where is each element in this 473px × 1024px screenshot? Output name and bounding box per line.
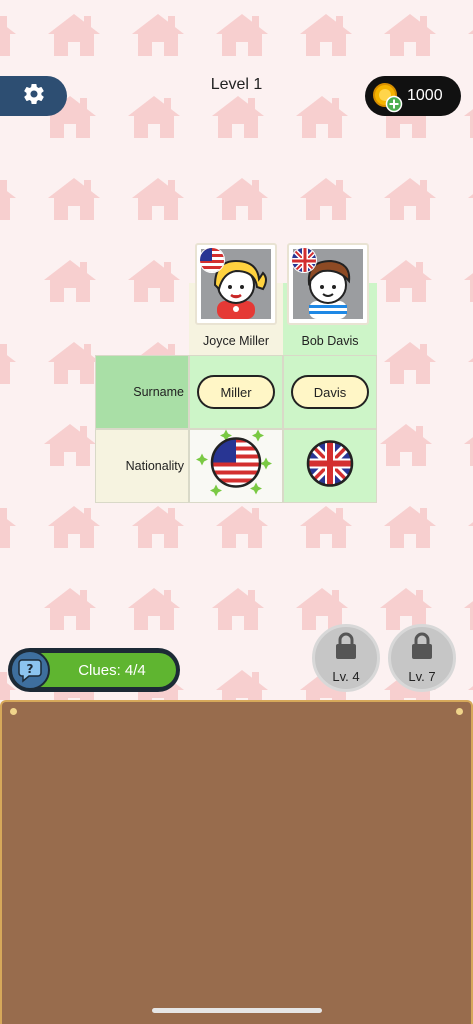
house-pattern-icon (208, 92, 268, 142)
grid-cell[interactable] (189, 429, 283, 503)
clues-label: Clues: 4/4 (38, 653, 176, 687)
house-pattern-icon (0, 10, 20, 60)
house-pattern-icon (212, 502, 272, 552)
logic-grid: Joyce Miller Bob Davis Surname Miller Da… (95, 243, 378, 503)
house-pattern-icon (0, 174, 20, 224)
house-pattern-icon (464, 338, 473, 388)
house-pattern-icon (40, 584, 100, 634)
coin-plus-icon (373, 83, 403, 113)
house-pattern-icon (464, 10, 473, 60)
column-name-joyce-miller: Joyce Miller (203, 334, 269, 348)
row-label-nationality: Nationality (95, 429, 189, 503)
house-pattern-icon (460, 584, 473, 634)
house-pattern-icon (380, 174, 440, 224)
house-pattern-icon (212, 10, 272, 60)
portrait-joyce-miller[interactable] (195, 243, 277, 325)
house-pattern-icon (460, 92, 473, 142)
clue-board (0, 700, 473, 1024)
locked-level-7-button[interactable]: Lv. 7 (388, 624, 456, 692)
house-pattern-icon (212, 666, 272, 700)
home-indicator[interactable] (152, 1008, 322, 1013)
house-pattern-icon (460, 256, 473, 306)
lock-label: Lv. 7 (408, 669, 436, 684)
house-pattern-icon (380, 502, 440, 552)
coin-value: 1000 (407, 87, 443, 104)
uk-flag-icon[interactable] (305, 439, 355, 494)
house-pattern-icon (128, 174, 188, 224)
grid-cell[interactable] (283, 429, 377, 503)
house-pattern-icon (44, 502, 104, 552)
house-pattern-icon (464, 502, 473, 552)
house-pattern-icon (292, 92, 352, 142)
house-pattern-icon (296, 502, 356, 552)
usa-flag-icon[interactable] (196, 427, 276, 506)
house-pattern-icon (376, 420, 436, 470)
house-pattern-icon (464, 174, 473, 224)
clues-button[interactable]: Clues: 4/4 ? (8, 648, 180, 692)
portrait-bob-davis[interactable] (287, 243, 369, 325)
grid-cell[interactable]: Davis (283, 355, 377, 429)
locked-level-4-button[interactable]: Lv. 4 (312, 624, 380, 692)
house-pattern-icon (380, 10, 440, 60)
lock-icon (410, 632, 434, 665)
house-pattern-icon (128, 502, 188, 552)
clue-bubble-icon: ? (10, 650, 50, 690)
house-pattern-icon (124, 92, 184, 142)
house-pattern-icon (44, 174, 104, 224)
house-pattern-icon (0, 502, 20, 552)
house-pattern-icon (208, 584, 268, 634)
house-pattern-icon (124, 584, 184, 634)
surname-chip-davis[interactable]: Davis (291, 375, 369, 409)
house-pattern-icon (376, 256, 436, 306)
house-pattern-icon (0, 338, 20, 388)
house-pattern-icon (128, 10, 188, 60)
house-pattern-icon (40, 256, 100, 306)
lock-label: Lv. 4 (332, 669, 360, 684)
usa-flag-icon (199, 247, 225, 273)
house-pattern-icon (380, 338, 440, 388)
svg-text:?: ? (27, 662, 34, 676)
coin-counter[interactable]: 1000 (365, 76, 461, 116)
rivet-decoration (10, 708, 17, 715)
row-label-surname: Surname (95, 355, 189, 429)
grid-cell[interactable]: Miller (189, 355, 283, 429)
rivet-decoration (456, 708, 463, 715)
house-pattern-icon (44, 10, 104, 60)
house-pattern-icon (296, 10, 356, 60)
uk-flag-icon (291, 247, 317, 273)
house-pattern-icon (40, 420, 100, 470)
house-pattern-icon (296, 174, 356, 224)
house-pattern-icon (460, 420, 473, 470)
surname-chip-miller[interactable]: Miller (197, 375, 275, 409)
lock-icon (334, 632, 358, 665)
house-pattern-icon (464, 666, 473, 700)
house-pattern-icon (212, 174, 272, 224)
column-name-bob-davis: Bob Davis (301, 334, 359, 348)
